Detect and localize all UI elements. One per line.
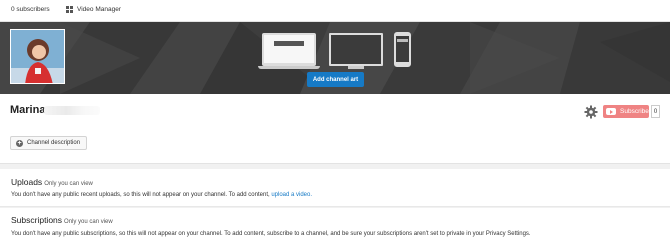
video-manager-link[interactable]: Video Manager bbox=[66, 6, 121, 13]
laptop-preview-icon bbox=[262, 33, 316, 66]
subscribe-label: Subscribe bbox=[620, 108, 649, 115]
subscribe-button[interactable]: Subscribe bbox=[603, 105, 649, 118]
subscriptions-heading: Subscriptions Only you can view bbox=[11, 215, 113, 225]
uploads-message-text: You don't have any public recent uploads… bbox=[11, 192, 270, 198]
uploads-message: You don't have any public recent uploads… bbox=[11, 192, 312, 198]
uploads-heading: Uploads Only you can view bbox=[11, 177, 93, 187]
channel-art-banner: Add channel art bbox=[0, 22, 670, 94]
channel-description-label: Channel description bbox=[27, 140, 81, 146]
add-channel-art-button[interactable]: Add channel art bbox=[307, 72, 364, 87]
subscriber-count-link[interactable]: 0 subscribers bbox=[11, 6, 50, 13]
channel-description-button[interactable]: + Channel description bbox=[10, 136, 88, 150]
subscriptions-section: Subscriptions Only you can view You don't… bbox=[0, 208, 670, 247]
uploads-section: Uploads Only you can view You don't have … bbox=[0, 169, 670, 207]
laptop-base bbox=[258, 66, 320, 69]
tv-stand bbox=[348, 66, 364, 69]
subscriptions-visibility: Only you can view bbox=[64, 219, 113, 225]
add-icon: + bbox=[16, 139, 23, 147]
subscriber-count-badge: 0 bbox=[651, 105, 660, 118]
redacted-name bbox=[44, 106, 100, 115]
video-manager-label: Video Manager bbox=[77, 6, 121, 13]
grid-icon bbox=[66, 6, 73, 13]
subscriptions-title: Subscriptions bbox=[11, 215, 63, 225]
channel-avatar[interactable] bbox=[10, 29, 65, 84]
subscriptions-message: You don't have any public subscriptions,… bbox=[11, 231, 531, 237]
phone-preview-icon bbox=[394, 32, 411, 67]
gear-icon[interactable] bbox=[584, 105, 598, 119]
uploads-visibility: Only you can view bbox=[44, 181, 93, 187]
top-bar: 0 subscribers Video Manager bbox=[0, 0, 670, 22]
tv-preview-icon bbox=[329, 33, 383, 66]
uploads-title: Uploads bbox=[11, 177, 43, 187]
channel-name: Marina bbox=[10, 104, 46, 116]
upload-video-link[interactable]: upload a video. bbox=[271, 192, 312, 198]
youtube-play-icon bbox=[606, 108, 616, 115]
channel-header: Marina Subscribe 0 + Channel description bbox=[0, 94, 670, 164]
